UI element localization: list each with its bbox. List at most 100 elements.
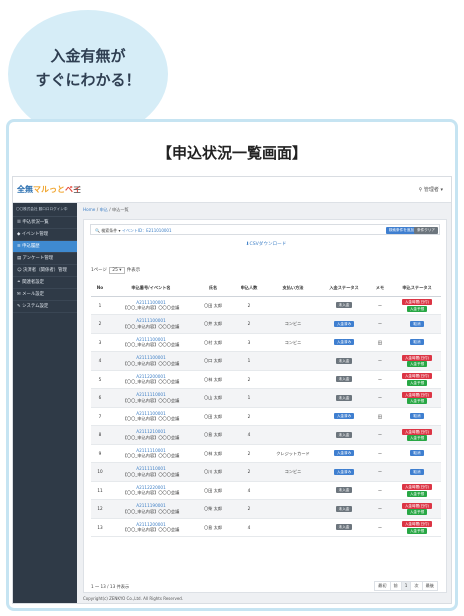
application-status-badge[interactable]: 入金予想: [406, 379, 428, 386]
event-name: 【〇〇_申込内容】〇〇〇会議: [122, 434, 180, 440]
table-row[interactable]: 8 A2111210001 【〇〇_申込内容】〇〇〇会議 〇島 太郎 4 未入金ー入金時間…: [91, 425, 441, 445]
event-name: 【〇〇_申込内容】〇〇〇会議: [122, 527, 180, 533]
row-no: 6: [91, 388, 109, 408]
breadcrumb-mid[interactable]: 申込: [99, 207, 107, 212]
table-body: 1 A2111100001 【〇〇_申込内容】〇〇〇会議 〇田 太郎 2 未入金ー入金時間…: [91, 296, 441, 537]
breadcrumb-home[interactable]: Home: [83, 207, 95, 212]
bubble-line-2: すぐにわかる！: [35, 71, 141, 89]
row-memo: 田: [367, 407, 393, 426]
application-status-badge[interactable]: 入金時間(日付): [401, 299, 433, 305]
table-row[interactable]: 3 A2111100001 【〇〇_申込内容】〇〇〇会議 〇村 太郎 3 コンビニ 入金済み…: [91, 333, 441, 352]
row-name: 〇村 太郎: [193, 333, 233, 352]
row-app-status: 取消: [393, 462, 441, 482]
page-first[interactable]: 最初: [374, 581, 391, 591]
application-status-badge[interactable]: 入金予想: [406, 398, 428, 404]
table-row[interactable]: 13 A2111200001 【〇〇_申込内容】〇〇〇会議 〇島 太郎 4 未入金ー入金時…: [91, 518, 441, 537]
per-page-value: 25: [112, 268, 118, 273]
sidebar-item-6[interactable]: ✉ メール設定: [13, 289, 77, 301]
table-row[interactable]: 4 A2111100001 【〇〇_申込内容】〇〇〇会議 〇口 太郎 1 未入金ー入金時間…: [91, 351, 441, 371]
application-status-badge[interactable]: 入金予想: [406, 435, 428, 441]
column-header[interactable]: 氏名: [193, 280, 233, 297]
column-header[interactable]: 支払い方法: [265, 280, 321, 297]
row-no: 12: [91, 499, 109, 519]
sidebar-item-5[interactable]: ⚭ 関連者設定: [13, 277, 77, 289]
row-no: 11: [91, 481, 109, 500]
application-status-badge[interactable]: 入金時間(日付): [401, 391, 433, 398]
row-memo: ー: [367, 444, 393, 463]
sidebar-item-4[interactable]: ☺ 決済者（関係者）管理: [13, 265, 77, 277]
table-row[interactable]: 2 A2111100001 【〇〇_申込内容】〇〇〇会議 〇井 太郎 2 コンビニ 入金済み…: [91, 314, 441, 334]
add-condition-button[interactable]: 検索条件を追加: [385, 226, 417, 234]
row-application: A2111200001 【〇〇_申込内容】〇〇〇会議: [109, 518, 193, 537]
column-header[interactable]: 申込ステータス: [393, 280, 441, 297]
column-header[interactable]: 申込番号/イベント名: [109, 280, 193, 297]
table-row[interactable]: 6 A2111110001 【〇〇_申込内容】〇〇〇会議 〇山 太郎 1 未入金ー入金時間…: [91, 388, 441, 408]
row-application: A2111100001 【〇〇_申込内容】〇〇〇会議: [109, 296, 193, 315]
table-row[interactable]: 9 A2111110001 【〇〇_申込内容】〇〇〇会議 〇林 太郎 2 クレジットカード…: [91, 444, 441, 463]
table-row[interactable]: 7 A2111100001 【〇〇_申込内容】〇〇〇会議 〇田 太郎 2 入金済み 田 取消: [91, 407, 441, 426]
table-row[interactable]: 1 A2111100001 【〇〇_申込内容】〇〇〇会議 〇田 太郎 2 未入金ー入金時間…: [91, 296, 441, 315]
sidebar-item-1[interactable]: ◆ イベント管理: [13, 229, 77, 241]
list-card: 🔍 検索条件 ▾ イベントID：E211010001 検索条件を追加 条件クリア…: [83, 219, 447, 593]
row-memo: ー: [367, 462, 393, 482]
search-label[interactable]: 検索条件 ▾: [101, 228, 120, 233]
application-status-badge[interactable]: 入金時間(日付): [401, 354, 433, 361]
application-status-badge[interactable]: 取消: [410, 339, 424, 346]
table-row[interactable]: 5 A2112200001 【〇〇_申込内容】〇〇〇会議 〇林 太郎 2 未入金ー入金時間…: [91, 370, 441, 389]
application-table: No 申込番号/イベント名 氏名 申込人数 支払い方法 入金ステータス メモ 申込ステータス …: [91, 280, 441, 537]
table-row[interactable]: 12 A2111190001 【〇〇_申込内容】〇〇〇会議 〇柴 太郎 2 未入金ー入金時…: [91, 499, 441, 519]
application-status-badge[interactable]: 入金時間(日付): [401, 484, 433, 490]
event-name: 【〇〇_申込内容】〇〇〇会議: [122, 360, 180, 366]
column-header[interactable]: 申込人数: [233, 280, 265, 297]
row-payment: [265, 296, 321, 315]
application-status-badge[interactable]: 取消: [410, 413, 424, 420]
row-memo: ー: [367, 296, 393, 315]
payment-status-badge: 入金済み: [333, 450, 355, 457]
sidebar-item-label: メール設定: [22, 292, 45, 297]
application-status-badge[interactable]: 取消: [410, 468, 424, 475]
application-status-badge[interactable]: 取消: [410, 450, 424, 457]
application-status-badge[interactable]: 入金予想: [406, 527, 428, 534]
sidebar-item-3[interactable]: ▤ アンケート管理: [13, 253, 77, 265]
application-status-badge[interactable]: 入金時間(日付): [401, 502, 433, 509]
application-status-badge[interactable]: 入金予想: [406, 509, 428, 515]
admin-label: 管理者: [423, 187, 439, 193]
sidebar-item-label: 決済者（関係者）管理: [22, 268, 67, 273]
sidebar-item-0[interactable]: ☰ 申込状況一覧: [13, 217, 77, 229]
sidebar-items: ☰ 申込状況一覧 ◆ イベント管理 ≡ 申込履歴 ▤ アンケート管理 ☺ 決済者（関係者…: [13, 217, 77, 313]
event-name: 【〇〇_申込内容】〇〇〇会議: [122, 305, 180, 311]
application-status-badge[interactable]: 入金時間(日付): [401, 428, 433, 435]
csv-download-link[interactable]: ⬇CSVダウンロード: [84, 241, 448, 247]
row-count: 2: [233, 462, 265, 482]
per-page-prefix: 1ページ: [91, 268, 107, 273]
sidebar: 〇〇株式会社 藤ロロログイン中 ☰ 申込状況一覧 ◆ イベント管理 ≡ 申込履歴 ▤ …: [13, 203, 77, 603]
page-last[interactable]: 最後: [421, 581, 438, 591]
application-status-badge[interactable]: 入金時間(日付): [401, 373, 433, 379]
column-header[interactable]: No: [91, 280, 109, 297]
row-memo: 田: [367, 333, 393, 352]
clear-condition-button[interactable]: 条件クリア: [414, 226, 438, 234]
row-payment: クレジットカード: [265, 444, 321, 463]
row-count: 4: [233, 425, 265, 445]
table-row[interactable]: 11 A2112220001 【〇〇_申込内容】〇〇〇会議 〇田 太郎 4 未入金ー入金時…: [91, 481, 441, 500]
application-status-badge[interactable]: 入金時間(日付): [401, 521, 433, 527]
column-header[interactable]: 入金ステータス: [321, 280, 367, 297]
application-status-badge[interactable]: 入金予想: [406, 305, 428, 312]
app-logo[interactable]: 全無マルっとペイ: [17, 184, 81, 195]
admin-menu[interactable]: ⚲ 管理者 ▾: [419, 186, 443, 193]
per-page-select[interactable]: 25 ▾: [109, 267, 125, 274]
row-name: 〇島 太郎: [193, 425, 233, 445]
application-status-badge[interactable]: 取消: [410, 320, 424, 327]
hamburger-icon[interactable]: ☰: [73, 186, 81, 196]
application-status-badge[interactable]: 入金予想: [406, 490, 428, 497]
row-no: 1: [91, 296, 109, 315]
payment-status-badge: 未入金: [335, 487, 353, 494]
sidebar-item-7[interactable]: ✎ システム設定: [13, 301, 77, 313]
row-payment: コンビニ: [265, 314, 321, 334]
application-status-badge[interactable]: 入金予想: [406, 361, 428, 367]
row-payment-status: 未入金: [321, 351, 367, 371]
event-name: 【〇〇_申込内容】〇〇〇会議: [122, 323, 180, 329]
column-header[interactable]: メモ: [367, 280, 393, 297]
sidebar-item-2[interactable]: ≡ 申込履歴: [13, 241, 77, 253]
table-row[interactable]: 10 A2111110001 【〇〇_申込内容】〇〇〇会議 〇川 太郎 2 コンビニ 入金済…: [91, 462, 441, 482]
